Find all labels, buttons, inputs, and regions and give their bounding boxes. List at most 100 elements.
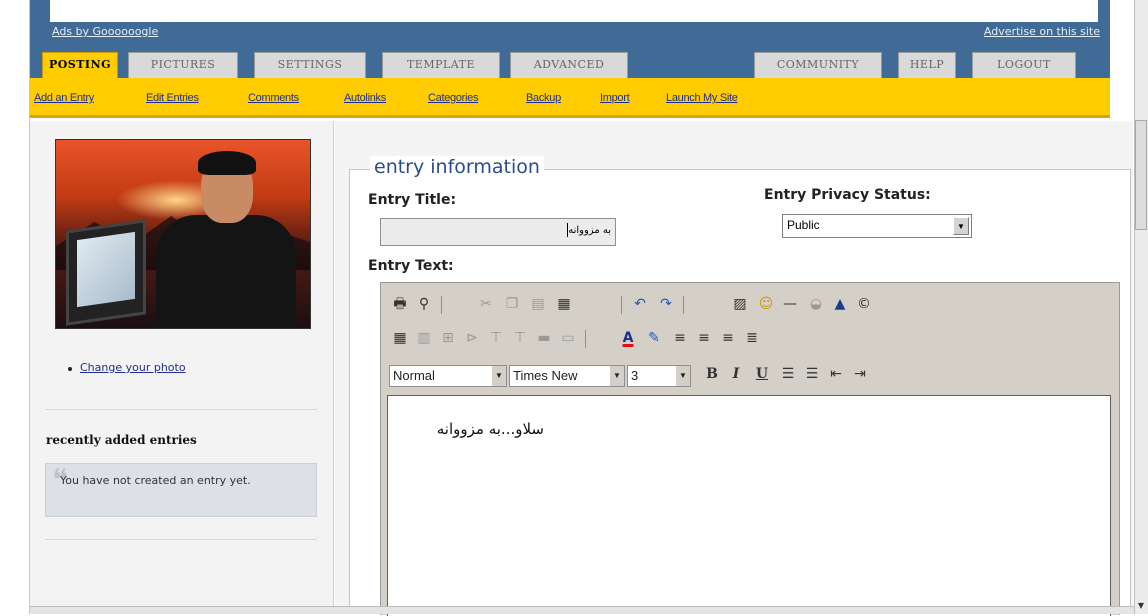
scroll-down-arrow-icon[interactable]: ▼ bbox=[1135, 600, 1147, 612]
insert-link-icon[interactable]: ▲ bbox=[829, 293, 851, 315]
dropdown-arrow-icon[interactable]: ▼ bbox=[610, 366, 624, 386]
align-left-icon[interactable]: ≡ bbox=[669, 327, 691, 349]
subnav-edit-entries[interactable]: Edit Entries bbox=[146, 92, 199, 104]
horizontal-rule-icon[interactable]: — bbox=[779, 293, 801, 315]
toolbar-separator bbox=[441, 296, 442, 314]
privacy-status-label: Entry Privacy Status: bbox=[764, 187, 931, 203]
window-frame-left bbox=[0, 0, 30, 614]
format-select[interactable]: Normal ▼ bbox=[389, 365, 507, 387]
align-center-icon[interactable]: ≡ bbox=[693, 327, 715, 349]
subnav-backup[interactable]: Backup bbox=[526, 92, 561, 104]
privacy-status-value: Public bbox=[787, 218, 820, 232]
change-photo-link[interactable]: Change your photo bbox=[80, 361, 186, 374]
entry-title-input[interactable]: به مزووانه bbox=[380, 218, 616, 246]
fieldset-legend: entry information bbox=[370, 156, 544, 178]
vertical-scrollbar-thumb[interactable] bbox=[1135, 120, 1147, 230]
advertise-link[interactable]: Advertise on this site bbox=[984, 25, 1100, 38]
unlink-icon[interactable]: ◒ bbox=[805, 293, 827, 315]
entry-title-value: به مزووانه bbox=[568, 225, 611, 236]
subnav-categories[interactable]: Categories bbox=[428, 92, 479, 104]
font-family-value: Times New bbox=[513, 368, 578, 383]
toolbar-separator bbox=[585, 330, 586, 348]
sidebar-divider-bottom bbox=[45, 539, 317, 540]
rich-text-editor: 🖶 ⚲ ✂ ❐ ▤ ▦ ↶ ↷ ▨ ☺ — ◒ ▲ © ▦ ▥ ⊞ ⊳ ⊤ ⊤ … bbox=[380, 282, 1120, 616]
find-icon[interactable]: ⚲ bbox=[413, 293, 435, 315]
photo-person bbox=[156, 151, 296, 328]
align-right-icon[interactable]: ≡ bbox=[717, 327, 739, 349]
delete-col-icon[interactable]: ⊤ bbox=[509, 327, 531, 349]
insert-table-icon[interactable]: ▦ bbox=[389, 327, 411, 349]
cut-icon[interactable]: ✂ bbox=[475, 293, 497, 315]
subnav-launch-site[interactable]: Launch My Site bbox=[666, 92, 738, 104]
toolbar-separator bbox=[621, 296, 622, 314]
insert-col-icon[interactable]: ⊳ bbox=[461, 327, 483, 349]
subnav-comments[interactable]: Comments bbox=[248, 92, 299, 104]
format-select-value: Normal bbox=[393, 368, 435, 383]
table-props-icon[interactable]: ▥ bbox=[413, 327, 435, 349]
sidebar: Change your photo recently added entries… bbox=[30, 121, 334, 614]
align-justify-icon[interactable]: ≣ bbox=[741, 327, 763, 349]
entry-title-label: Entry Title: bbox=[368, 192, 457, 208]
privacy-status-select[interactable]: Public ▼ bbox=[782, 214, 972, 238]
ordered-list-icon[interactable]: ☰ bbox=[777, 363, 799, 385]
italic-button[interactable]: I bbox=[725, 363, 747, 385]
recent-entries-title: recently added entries bbox=[46, 433, 197, 447]
smiley-icon[interactable]: ☺ bbox=[755, 293, 777, 315]
ad-banner-area bbox=[50, 0, 1098, 22]
font-size-value: 3 bbox=[631, 368, 639, 383]
vertical-scrollbar[interactable]: ▼ bbox=[1134, 0, 1148, 614]
paste-icon[interactable]: ▤ bbox=[527, 293, 549, 315]
dropdown-arrow-icon[interactable]: ▼ bbox=[492, 366, 506, 386]
indent-icon[interactable]: ⇥ bbox=[849, 363, 871, 385]
undo-icon[interactable]: ↶ bbox=[629, 293, 651, 315]
delete-row-icon[interactable]: ⊤ bbox=[485, 327, 507, 349]
editor-content-area[interactable]: سلاو...به مزووانه bbox=[387, 395, 1111, 616]
entry-text-label: Entry Text: bbox=[368, 258, 454, 274]
posting-subnav: Add an Entry Edit Entries Comments Autol… bbox=[30, 78, 1110, 118]
toolbar-separator bbox=[683, 296, 684, 314]
font-family-select[interactable]: Times New ▼ bbox=[509, 365, 625, 387]
subnav-autolinks[interactable]: Autolinks bbox=[344, 92, 386, 104]
dropdown-arrow-icon[interactable]: ▼ bbox=[676, 366, 690, 386]
entry-information-fieldset: entry information Entry Title: به مزووان… bbox=[349, 156, 1131, 616]
ads-by-google-link[interactable]: Ads by Goooooogle bbox=[52, 25, 158, 38]
dropdown-arrow-icon[interactable]: ▼ bbox=[953, 217, 969, 235]
font-size-select[interactable]: 3 ▼ bbox=[627, 365, 691, 387]
toolbar-row-1: 🖶 ⚲ ✂ ❐ ▤ ▦ ↶ ↷ ▨ ☺ — ◒ ▲ © bbox=[389, 293, 1109, 321]
profile-photo bbox=[55, 139, 311, 329]
split-cells-icon[interactable]: ▭ bbox=[557, 327, 579, 349]
print-icon[interactable]: 🖶 bbox=[389, 293, 411, 315]
toolbar-row-2: ▦ ▥ ⊞ ⊳ ⊤ ⊤ ▬ ▭ A ✎ ≡ ≡ ≡ ≣ bbox=[389, 327, 1109, 355]
tab-template[interactable]: TEMPLATE bbox=[382, 52, 500, 78]
copyright-icon[interactable]: © bbox=[853, 293, 875, 315]
toolbar-row-3: Normal ▼ Times New ▼ 3 ▼ B I U ☰ ☰ ⇤ ⇥ bbox=[389, 363, 1109, 391]
horizontal-scrollbar[interactable] bbox=[30, 606, 1134, 614]
tab-logout[interactable]: LOGOUT bbox=[972, 52, 1076, 78]
header-bar: Ads by Goooooogle Advertise on this site… bbox=[30, 0, 1110, 78]
recent-entries-empty: ❝ You have not created an entry yet. bbox=[45, 463, 317, 517]
empty-message: You have not created an entry yet. bbox=[60, 474, 251, 487]
subnav-import[interactable]: Import bbox=[600, 92, 630, 104]
merge-cells-icon[interactable]: ▬ bbox=[533, 327, 555, 349]
tab-advanced[interactable]: ADVANCED bbox=[510, 52, 628, 78]
main-content: entry information Entry Title: به مزووان… bbox=[335, 121, 1133, 616]
highlight-color-icon[interactable]: ✎ bbox=[643, 327, 665, 349]
unordered-list-icon[interactable]: ☰ bbox=[801, 363, 823, 385]
underline-button[interactable]: U bbox=[751, 363, 773, 385]
bullet-icon bbox=[68, 367, 72, 371]
tab-help[interactable]: HELP bbox=[898, 52, 956, 78]
tab-pictures[interactable]: PICTURES bbox=[128, 52, 238, 78]
copy-icon[interactable]: ❐ bbox=[501, 293, 523, 315]
redo-icon[interactable]: ↷ bbox=[655, 293, 677, 315]
tab-community[interactable]: COMMUNITY bbox=[754, 52, 882, 78]
outdent-icon[interactable]: ⇤ bbox=[825, 363, 847, 385]
photo-monitor bbox=[66, 219, 146, 326]
tab-settings[interactable]: SETTINGS bbox=[254, 52, 366, 78]
bold-button[interactable]: B bbox=[701, 363, 723, 385]
subnav-add-entry[interactable]: Add an Entry bbox=[34, 92, 94, 104]
insert-row-icon[interactable]: ⊞ bbox=[437, 327, 459, 349]
tab-posting[interactable]: POSTING bbox=[42, 52, 118, 78]
font-color-icon[interactable]: A bbox=[617, 327, 639, 349]
paste-word-icon[interactable]: ▦ bbox=[553, 293, 575, 315]
insert-image-icon[interactable]: ▨ bbox=[729, 293, 751, 315]
